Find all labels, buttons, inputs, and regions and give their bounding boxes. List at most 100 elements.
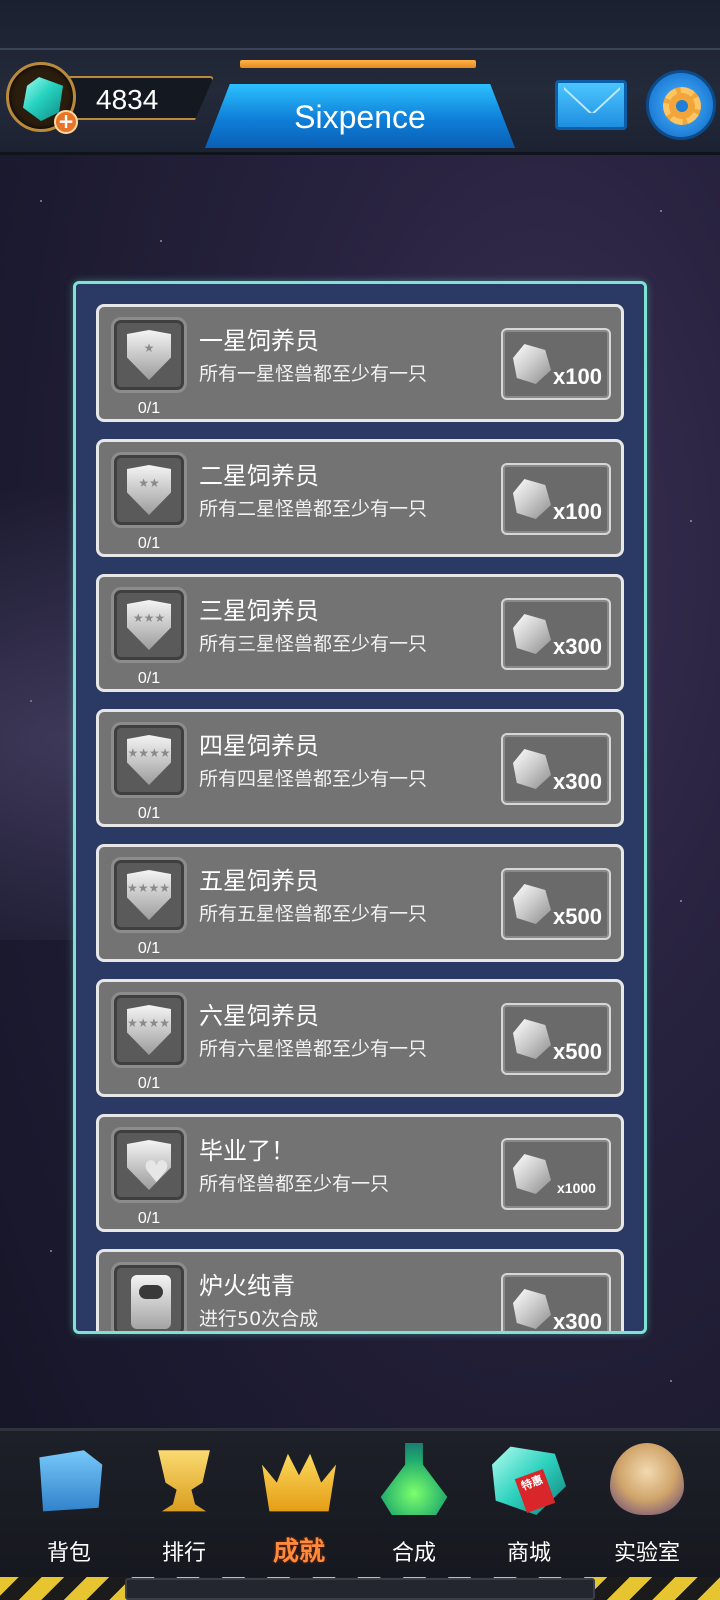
achievement-item[interactable]: ♥ 0/1 毕业了！ 所有怪兽都至少有一只 x1000	[96, 1114, 624, 1232]
trophy-icon	[158, 1450, 210, 1512]
achievement-item[interactable]: ★★★ 0/1 三星饲养员 所有三星怪兽都至少有一只 x300	[96, 574, 624, 692]
shield-3-star-icon: ★★★	[127, 600, 171, 650]
achievement-panel[interactable]: ★ 0/1 一星饲养员 所有一星怪兽都至少有一只 x100 ★★ 0/1 二星饲…	[73, 281, 647, 1334]
achievement-title: 一星饲养员	[199, 327, 319, 355]
achievement-title: 四星饲养员	[199, 732, 319, 760]
stone-icon	[513, 344, 551, 384]
achievement-badge: ★★★★★★	[111, 992, 187, 1068]
add-gems-button[interactable]: +	[54, 110, 78, 134]
achievement-badge: ★★	[111, 452, 187, 528]
stone-icon	[513, 884, 551, 924]
achievement-title: 二星饲养员	[199, 462, 319, 490]
achievement-desc: 所有怪兽都至少有一只	[199, 1173, 390, 1195]
achievement-badge: ★	[111, 317, 187, 393]
achievement-title: 六星饲养员	[199, 1002, 319, 1030]
reward-quantity: x100	[553, 499, 602, 524]
achievement-desc: 所有五星怪兽都至少有一只	[199, 903, 428, 925]
achievement-desc: 所有六星怪兽都至少有一只	[199, 1038, 428, 1060]
nav-synthesis[interactable]: 合成	[359, 1443, 469, 1573]
achievement-desc: 所有一星怪兽都至少有一只	[199, 363, 428, 385]
reward-quantity: x300	[553, 634, 602, 659]
reward-button[interactable]: x500	[501, 1003, 611, 1075]
currency-amount: 4834	[96, 84, 159, 115]
currency-amount-box: 4834	[56, 76, 214, 120]
nav-rank-label: 排行	[161, 1541, 206, 1566]
bottom-navigation: 背包 排行 成就 合成 特惠 商城 实验室	[0, 1428, 720, 1600]
achievement-item[interactable]: ★★★★★★ 0/1 六星饲养员 所有六星怪兽都至少有一只 x500	[96, 979, 624, 1097]
achievement-badge: ★★★★	[111, 722, 187, 798]
nav-shop[interactable]: 特惠 商城	[474, 1443, 584, 1573]
flask-icon	[380, 1443, 448, 1515]
achievement-progress: 0/1	[137, 670, 161, 687]
shield-5-star-icon: ★★★★★	[127, 870, 171, 920]
achievement-item[interactable]: ★★★★★ 0/1 五星饲养员 所有五星怪兽都至少有一只 x500	[96, 844, 624, 962]
shield-6-star-icon: ★★★★★★	[127, 1005, 171, 1055]
achievement-title: 毕业了！	[199, 1137, 295, 1165]
nav-lab-label: 实验室	[613, 1541, 680, 1566]
achievement-progress: 0/1	[137, 535, 161, 552]
stone-icon	[513, 1019, 551, 1059]
achievement-progress: 0/1	[137, 1075, 161, 1092]
reward-quantity: x300	[553, 1309, 602, 1334]
shield-heart-icon: ♥	[127, 1140, 171, 1190]
achievement-progress: 0/1	[137, 1210, 161, 1227]
nav-achievement-label: 成就	[272, 1537, 325, 1567]
egg-icon	[610, 1443, 684, 1515]
achievement-badge: ♥	[111, 1127, 187, 1203]
mail-button[interactable]	[555, 80, 627, 130]
nav-lab[interactable]: 实验室	[592, 1443, 702, 1573]
reward-button[interactable]: x100	[501, 463, 611, 535]
reward-button[interactable]: x1000	[501, 1138, 611, 1210]
top-bar: 4834 + Sixpence	[0, 0, 720, 155]
achievement-item[interactable]: ★★ 0/1 二星饲养员 所有二星怪兽都至少有一只 x100	[96, 439, 624, 557]
achievement-progress: 0/1	[137, 940, 161, 957]
reward-quantity: x500	[553, 904, 602, 929]
achievement-badge	[111, 1262, 187, 1331]
title-accent	[240, 60, 476, 68]
achievement-item[interactable]: ★★★★ 0/1 四星饲养员 所有四星怪兽都至少有一只 x300	[96, 709, 624, 827]
nav-achievement[interactable]: 成就	[244, 1443, 354, 1573]
achievement-progress: 0/1	[137, 400, 161, 417]
reward-button[interactable]: x100	[501, 328, 611, 400]
achievement-title: 炉火纯青	[199, 1272, 295, 1300]
nav-bag[interactable]: 背包	[14, 1443, 124, 1573]
reward-quantity: x500	[553, 1039, 602, 1064]
stone-icon	[513, 749, 551, 789]
reward-button[interactable]: x300	[501, 598, 611, 670]
achievement-badge: ★★★	[111, 587, 187, 663]
reward-button[interactable]: x300	[501, 733, 611, 805]
stone-icon	[513, 1154, 551, 1194]
player-name-tab: Sixpence	[205, 84, 515, 148]
reward-button[interactable]: x500	[501, 868, 611, 940]
shield-1-star-icon: ★	[127, 330, 171, 380]
stone-icon	[513, 614, 551, 654]
achievement-list: ★ 0/1 一星饲养员 所有一星怪兽都至少有一只 x100 ★★ 0/1 二星饲…	[96, 304, 626, 1334]
nav-shop-label: 商城	[506, 1541, 551, 1566]
nav-synthesis-label: 合成	[391, 1541, 436, 1566]
gem-currency[interactable]: 4834 +	[6, 62, 216, 134]
settings-button[interactable]	[646, 70, 716, 140]
player-name: Sixpence	[294, 99, 426, 135]
backpack-icon	[39, 1450, 103, 1512]
achievement-item[interactable]: 炉火纯青 进行50次合成 x300	[96, 1249, 624, 1334]
stone-icon	[513, 1289, 551, 1329]
crown-icon	[262, 1453, 336, 1512]
achievement-title: 三星饲养员	[199, 597, 319, 625]
reward-quantity: x300	[553, 769, 602, 794]
achievement-item[interactable]: ★ 0/1 一星饲养员 所有一星怪兽都至少有一只 x100	[96, 304, 624, 422]
achievement-desc: 进行50次合成	[199, 1308, 319, 1330]
reward-quantity: x100	[553, 364, 602, 389]
shield-4-star-icon: ★★★★	[127, 735, 171, 785]
reward-quantity: x1000	[557, 1180, 596, 1196]
achievement-desc: 所有二星怪兽都至少有一只	[199, 498, 428, 520]
bottom-bar-panel	[125, 1578, 595, 1600]
gear-icon	[663, 87, 701, 125]
shield-2-star-icon: ★★	[127, 465, 171, 515]
reward-button[interactable]: x300	[501, 1273, 611, 1334]
achievement-desc: 所有四星怪兽都至少有一只	[199, 768, 428, 790]
achievement-badge: ★★★★★	[111, 857, 187, 933]
nav-rank[interactable]: 排行	[129, 1443, 239, 1573]
achievement-progress: 0/1	[137, 805, 161, 822]
achievement-title: 五星饲养员	[199, 867, 319, 895]
achievement-desc: 所有三星怪兽都至少有一只	[199, 633, 428, 655]
